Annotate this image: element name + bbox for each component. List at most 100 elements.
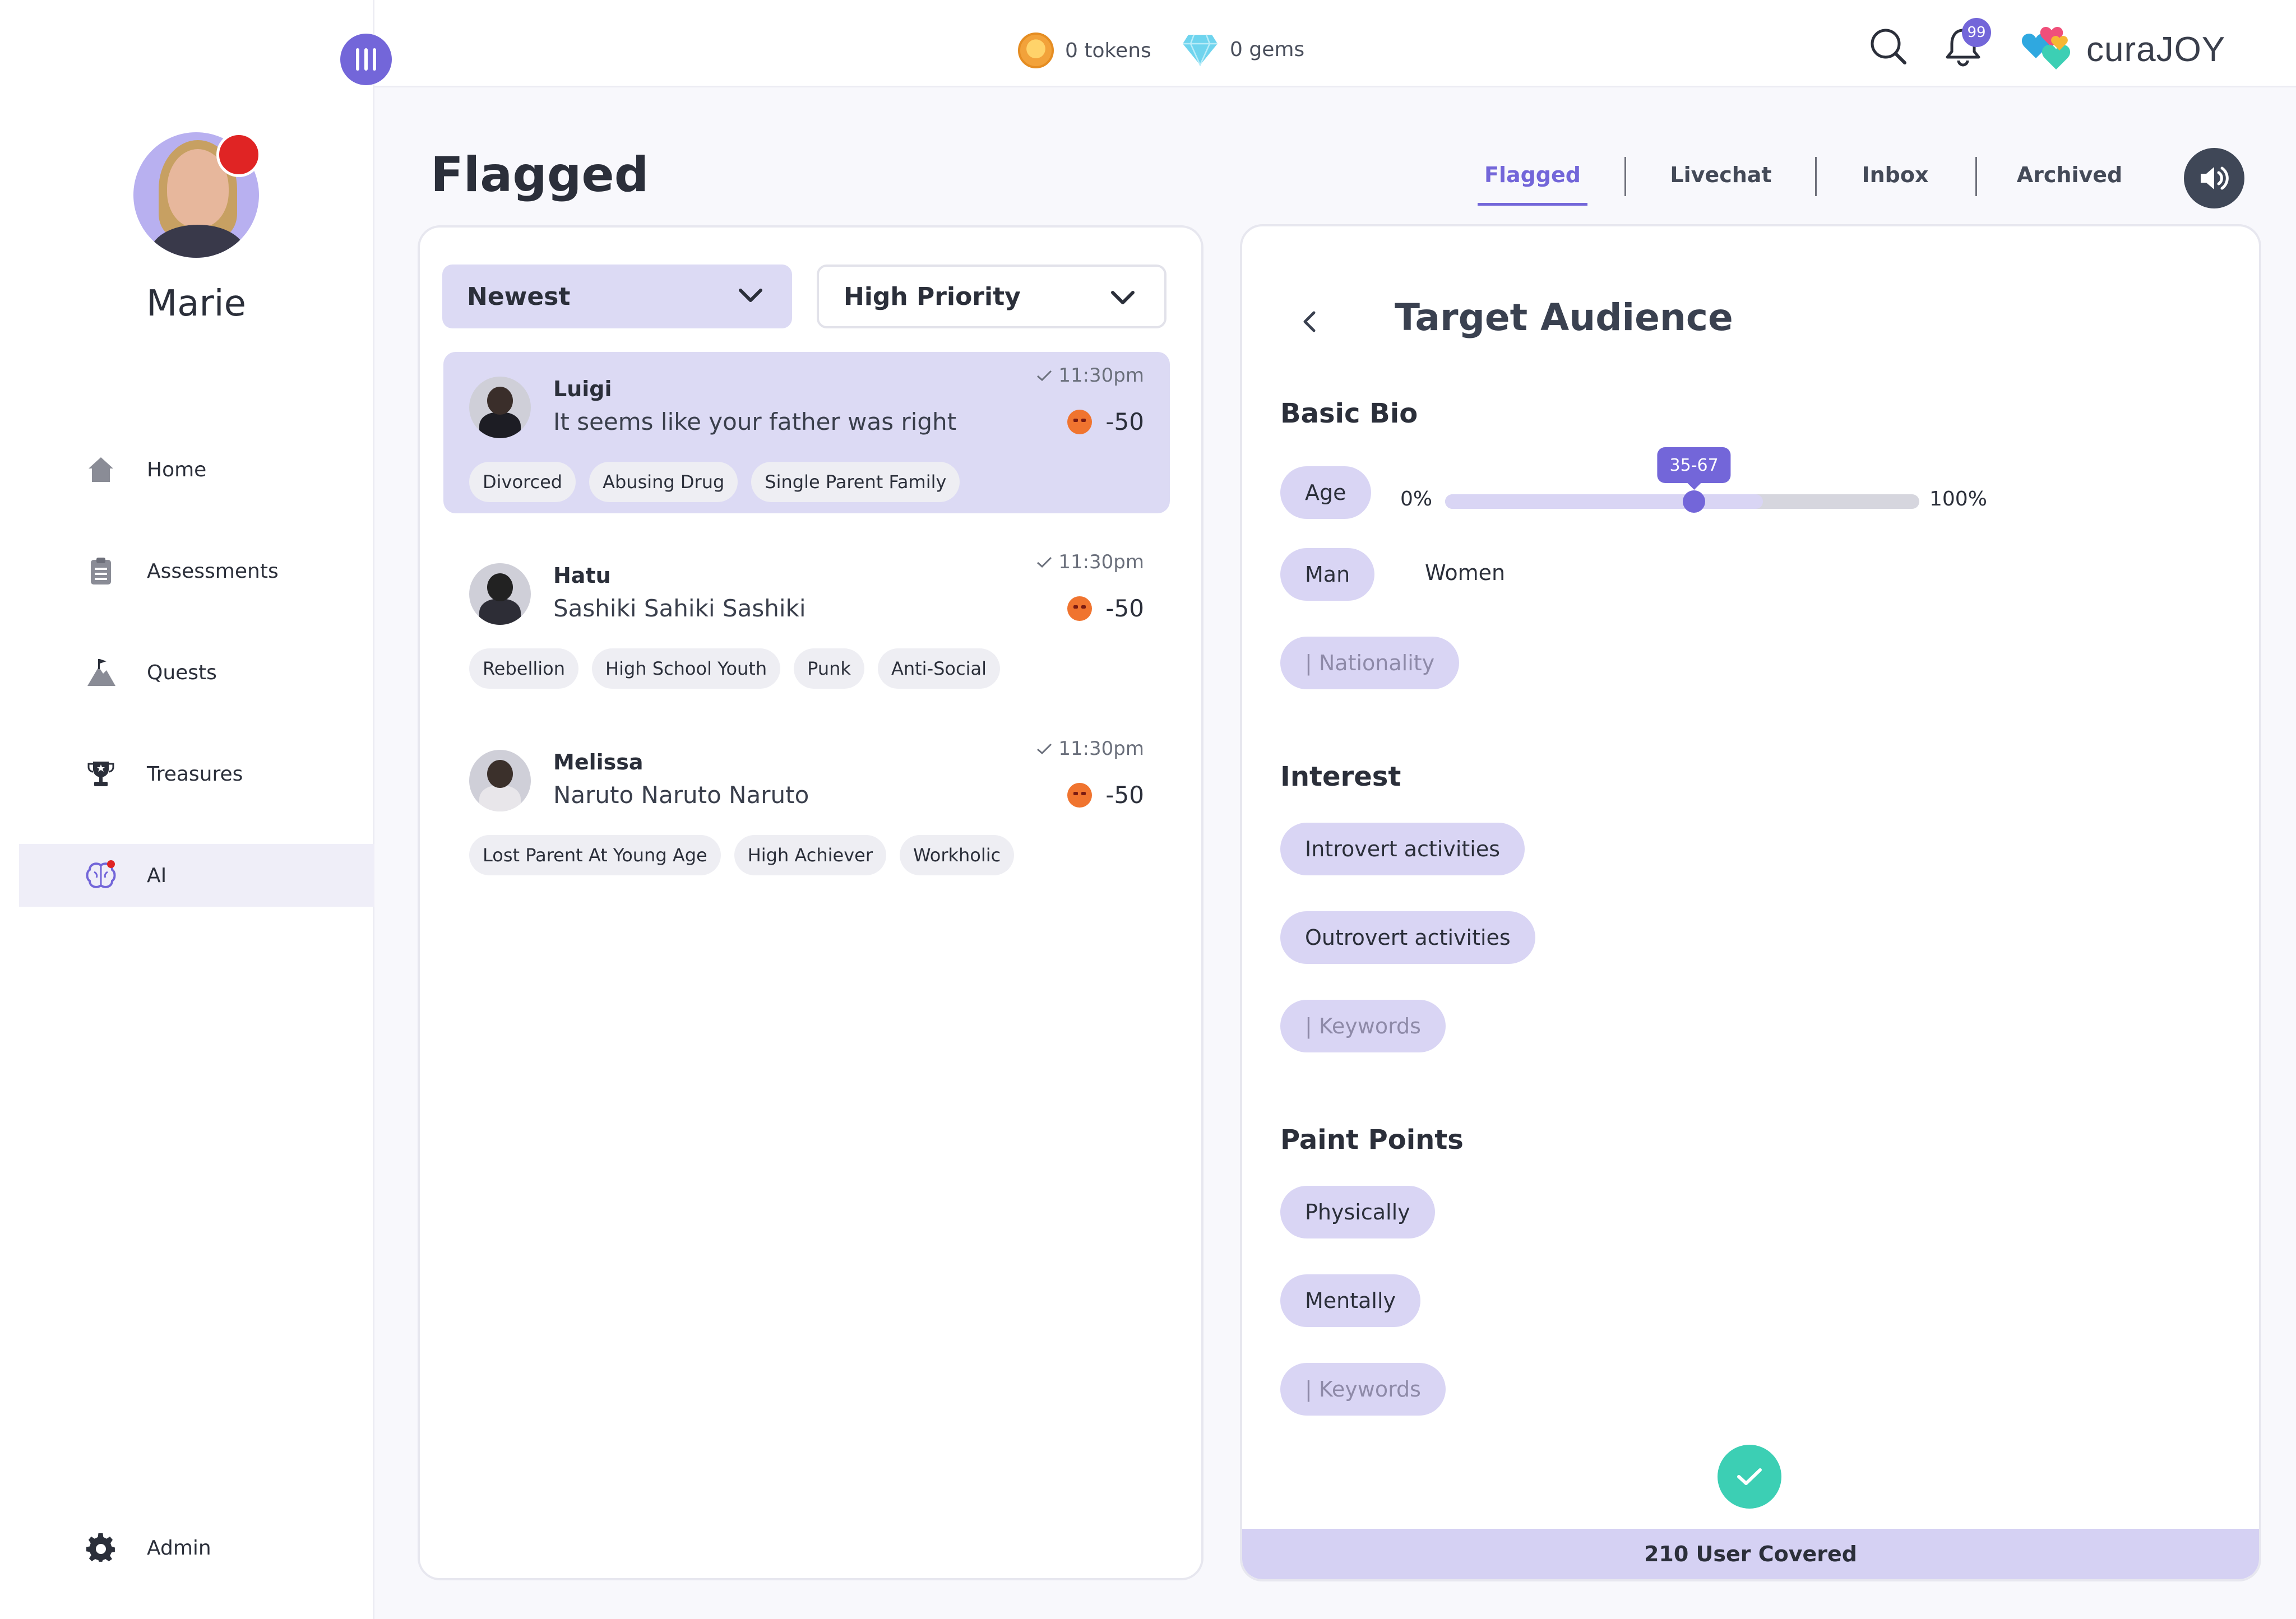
interest-keywords-input[interactable]: | Keywords [1280, 1000, 1446, 1052]
message-preview: Naruto Naruto Naruto [553, 781, 809, 809]
avatar [469, 377, 531, 438]
pain-keywords-input[interactable]: | Keywords [1280, 1363, 1446, 1416]
brain-icon [86, 860, 116, 888]
profile-notification-badge [216, 132, 261, 177]
message-preview: It seems like your father was right [553, 408, 957, 435]
chevron-down-icon [1111, 291, 1135, 304]
sidebar-item-treasures[interactable]: Treasures [19, 743, 374, 805]
pain-option-mentally[interactable]: Mentally [1280, 1274, 1421, 1327]
time-label: 11:30pm [1058, 551, 1144, 573]
message-card-luigi[interactable]: Luigi It seems like your father was righ… [443, 352, 1170, 513]
sidebar-item-admin[interactable]: Admin [19, 1516, 374, 1579]
gender-option-women[interactable]: Women [1425, 560, 1505, 585]
sender-name: Melissa [553, 750, 644, 774]
notification-badge: 99 [1962, 18, 1991, 47]
priority-dropdown[interactable]: High Priority [817, 265, 1166, 328]
message-card-melissa[interactable]: Melissa Naruto Naruto Naruto 11:30pm -50… [443, 725, 1170, 887]
section-heading-interest: Interest [1280, 761, 1401, 792]
confirm-button[interactable] [1718, 1445, 1781, 1509]
avatar [469, 750, 531, 811]
logo-text: curaJOY [2086, 30, 2226, 69]
sort-dropdown[interactable]: Newest [442, 265, 792, 328]
message-time: 11:30pm [1036, 737, 1144, 760]
sidebar-item-assessments[interactable]: Assessments [19, 540, 374, 602]
page-title: Flagged [430, 147, 649, 203]
avatar [469, 563, 531, 625]
range-min-label: 0% [1400, 488, 1433, 511]
age-chip[interactable]: Age [1280, 466, 1371, 519]
tag[interactable]: Rebellion [469, 648, 579, 689]
sidebar: Marie Home Assessments Quests Treasures … [0, 0, 374, 1619]
gems-counter: 0 gems [1182, 33, 1304, 66]
nationality-input[interactable]: | Nationality [1280, 637, 1460, 689]
tab-inbox[interactable]: Inbox [1853, 163, 1937, 203]
tag-list: Divorced Abusing Drug Single Parent Fami… [469, 462, 960, 502]
chevron-left-icon[interactable] [1300, 309, 1317, 334]
tab-livechat[interactable]: Livechat [1669, 163, 1772, 203]
tag[interactable]: Anti-Social [877, 648, 1000, 689]
tag-list: Rebellion High School Youth Punk Anti-So… [469, 648, 1000, 689]
menu-toggle-button[interactable] [340, 34, 392, 85]
message-time: 11:30pm [1036, 551, 1144, 573]
sidebar-item-quests[interactable]: Quests [19, 641, 374, 704]
section-heading-basic-bio: Basic Bio [1280, 398, 1418, 429]
search-icon[interactable] [1867, 25, 1909, 67]
check-icon [1037, 743, 1052, 755]
checkmark-icon [1737, 1468, 1762, 1485]
angry-face-icon [1067, 409, 1093, 434]
chevron-down-icon [739, 289, 762, 302]
trophy-icon [87, 762, 114, 786]
tab-divider [1815, 157, 1817, 196]
interest-option-introvert[interactable]: Introvert activities [1280, 823, 1525, 875]
sender-name: Hatu [553, 563, 611, 588]
gender-option-man[interactable]: Man [1280, 548, 1375, 601]
tab-divider [1975, 157, 1977, 196]
interest-option-outrovert[interactable]: Outrovert activities [1280, 911, 1535, 964]
tag[interactable]: Single Parent Family [751, 462, 960, 502]
flagged-list-panel: Newest High Priority Luigi It seems like… [418, 225, 1203, 1580]
tag[interactable]: High Achiever [734, 835, 886, 875]
sort-dropdown-label: Newest [467, 282, 571, 311]
tag[interactable]: Workholic [899, 835, 1015, 875]
coin-icon [1018, 33, 1054, 68]
sidebar-item-label: Assessments [147, 559, 279, 583]
message-card-hatu[interactable]: Hatu Sashiki Sahiki Sashiki 11:30pm -50 … [443, 539, 1170, 700]
message-preview: Sashiki Sahiki Sashiki [553, 595, 806, 622]
time-label: 11:30pm [1058, 364, 1144, 387]
sidebar-item-home[interactable]: Home [19, 438, 374, 501]
range-max-label: 100% [1929, 488, 1987, 511]
panel-title: Target Audience [1395, 296, 1733, 339]
clipboard-icon [91, 558, 111, 584]
tag[interactable]: Abusing Drug [589, 462, 738, 502]
target-audience-panel: Target Audience Basic Bio Age 0% 35-67 1… [1240, 224, 2261, 1581]
angry-face-icon [1067, 782, 1093, 808]
sentiment-score: -50 [1067, 781, 1144, 809]
top-bar [374, 0, 2296, 87]
range-thumb[interactable] [1683, 490, 1706, 513]
home-icon [89, 457, 113, 482]
sentiment-score: -50 [1067, 408, 1144, 435]
pain-option-physically[interactable]: Physically [1280, 1186, 1435, 1238]
gear-icon [86, 1533, 115, 1562]
tab-flagged[interactable]: Flagged [1478, 163, 1587, 206]
range-fill [1445, 494, 1763, 509]
tag[interactable]: Divorced [469, 462, 576, 502]
mountain-flag-icon [87, 659, 115, 686]
sidebar-item-label: Treasures [147, 762, 243, 786]
tab-archived[interactable]: Archived [2013, 163, 2126, 203]
sidebar-item-ai[interactable]: AI [19, 844, 374, 907]
tag[interactable]: Lost Parent At Young Age [469, 835, 721, 875]
score-label: -50 [1105, 781, 1144, 809]
sender-name: Luigi [553, 377, 612, 401]
score-label: -50 [1105, 595, 1144, 622]
sidebar-item-label: Quests [147, 661, 217, 684]
tag[interactable]: Punk [794, 648, 864, 689]
tag[interactable]: High School Youth [592, 648, 781, 689]
logo[interactable]: curaJOY [2017, 22, 2225, 76]
sidebar-item-label: AI [147, 864, 167, 887]
age-range-slider[interactable] [1445, 490, 1919, 513]
menu-icon [356, 48, 376, 71]
speaker-button[interactable] [2184, 148, 2244, 208]
time-label: 11:30pm [1058, 737, 1144, 760]
tab-divider [1624, 157, 1626, 196]
